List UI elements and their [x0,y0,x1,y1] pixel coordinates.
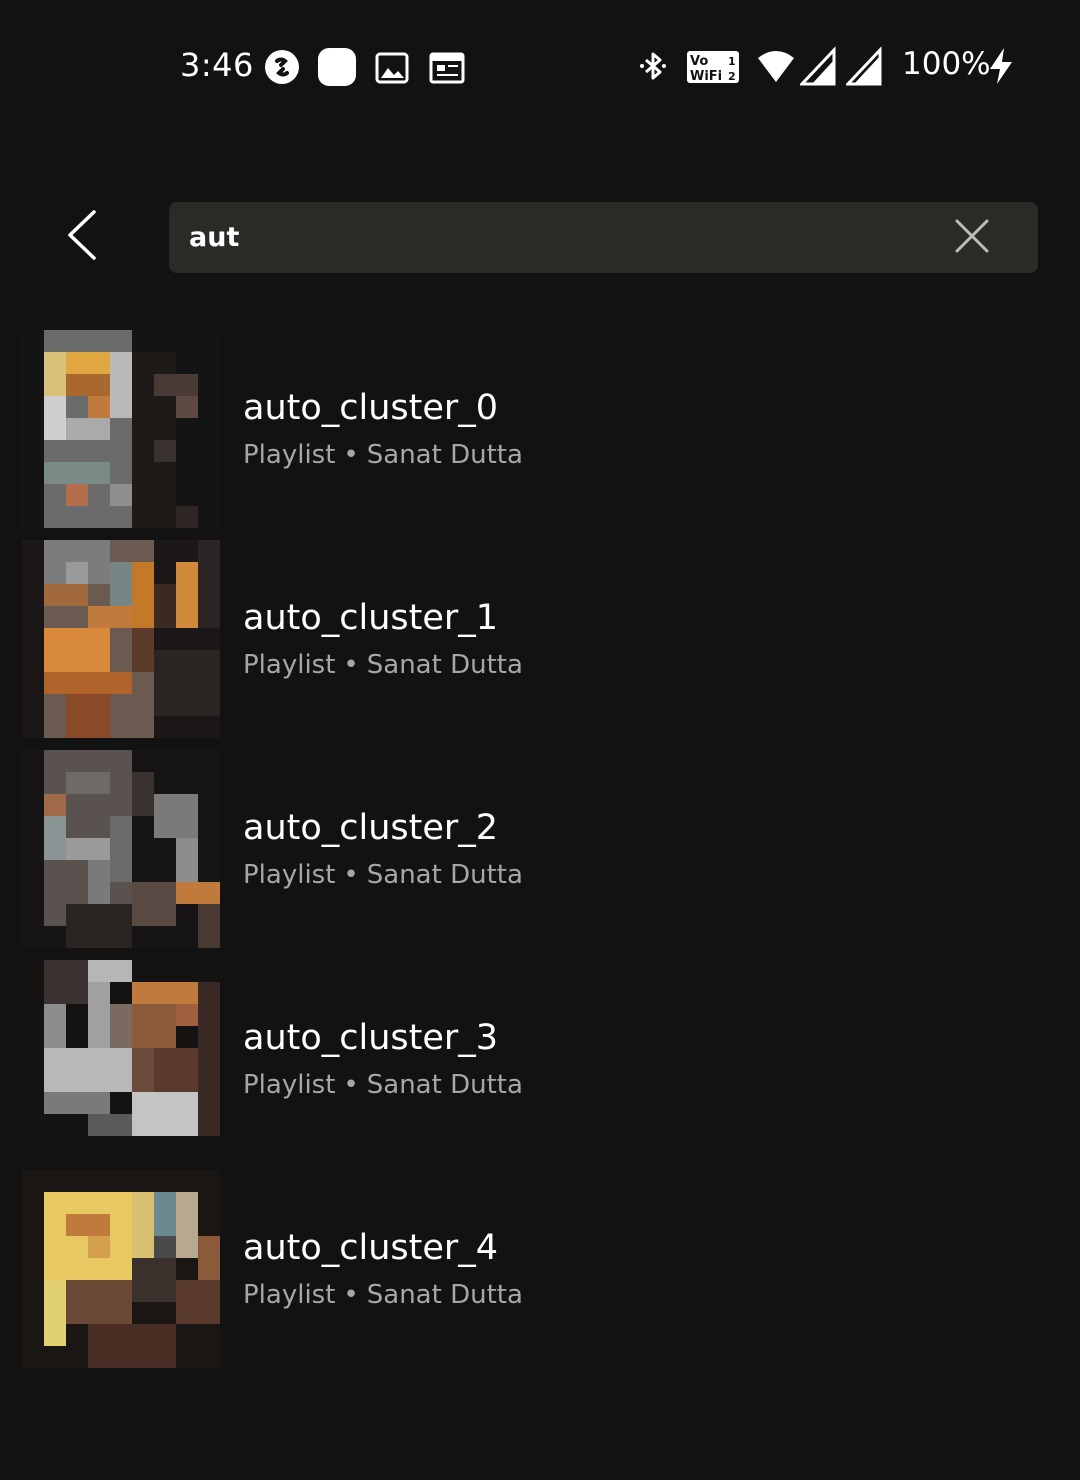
playlist-cover [22,750,220,948]
result-owner: Sanat Dutta [366,1280,523,1310]
signal-icon [846,46,882,86]
result-title: auto_cluster_0 [243,388,499,428]
svg-text:WiFi: WiFi [690,69,722,84]
result-title: auto_cluster_2 [243,808,499,848]
separator-dot: • [343,1280,359,1310]
shazam-icon [263,46,301,86]
battery-percentage: 100% [902,46,991,82]
chevron-left-icon [65,209,99,265]
result-type: Playlist [243,860,336,890]
status-bar: 3:46 Vo WiFi 1 2 100% [0,0,1080,135]
result-type: Playlist [243,1280,336,1310]
svg-text:1: 1 [728,55,736,68]
svg-text:Vo: Vo [690,54,708,69]
search-input[interactable] [189,202,929,273]
result-subtitle: Playlist • Sanat Dutta [243,440,523,470]
charging-icon [987,46,1015,86]
search-box[interactable] [169,202,1038,273]
clear-search-button[interactable] [949,215,995,261]
separator-dot: • [343,860,359,890]
result-row[interactable]: auto_cluster_4 Playlist • Sanat Dutta [0,1170,1080,1380]
result-owner: Sanat Dutta [366,1070,523,1100]
result-subtitle: Playlist • Sanat Dutta [243,1280,523,1310]
result-row[interactable]: auto_cluster_1 Playlist • Sanat Dutta [0,540,1080,750]
playlist-cover [22,960,220,1158]
calendar-icon [429,46,465,86]
result-title: auto_cluster_1 [243,598,499,638]
status-time: 3:46 [180,46,254,84]
image-icon [375,46,409,86]
result-type: Playlist [243,1070,336,1100]
svg-text:2: 2 [728,70,736,83]
result-row[interactable]: auto_cluster_3 Playlist • Sanat Dutta [0,960,1080,1170]
back-button[interactable] [52,206,112,268]
separator-dot: • [343,1070,359,1100]
playlist-cover [22,540,220,738]
result-row[interactable]: auto_cluster_2 Playlist • Sanat Dutta [0,750,1080,960]
separator-dot: • [343,650,359,680]
result-owner: Sanat Dutta [366,860,523,890]
result-type: Playlist [243,440,336,470]
separator-dot: • [343,440,359,470]
result-subtitle: Playlist • Sanat Dutta [243,1070,523,1100]
result-type: Playlist [243,650,336,680]
close-icon [954,218,990,258]
playlist-cover [22,1170,220,1368]
result-title: auto_cluster_3 [243,1018,499,1058]
app-notification-icon [317,46,357,86]
result-owner: Sanat Dutta [366,440,523,470]
signal-icon [800,46,836,86]
bluetooth-icon [638,46,668,86]
result-subtitle: Playlist • Sanat Dutta [243,860,523,890]
result-row[interactable]: auto_cluster_0 Playlist • Sanat Dutta [0,330,1080,540]
result-subtitle: Playlist • Sanat Dutta [243,650,523,680]
result-title: auto_cluster_4 [243,1228,499,1268]
vowifi-icon: Vo WiFi 1 2 [686,46,740,86]
search-results-list: auto_cluster_0 Playlist • Sanat Dutta au… [0,330,1080,1380]
playlist-cover [22,330,220,528]
result-owner: Sanat Dutta [366,650,523,680]
wifi-icon [756,46,796,86]
